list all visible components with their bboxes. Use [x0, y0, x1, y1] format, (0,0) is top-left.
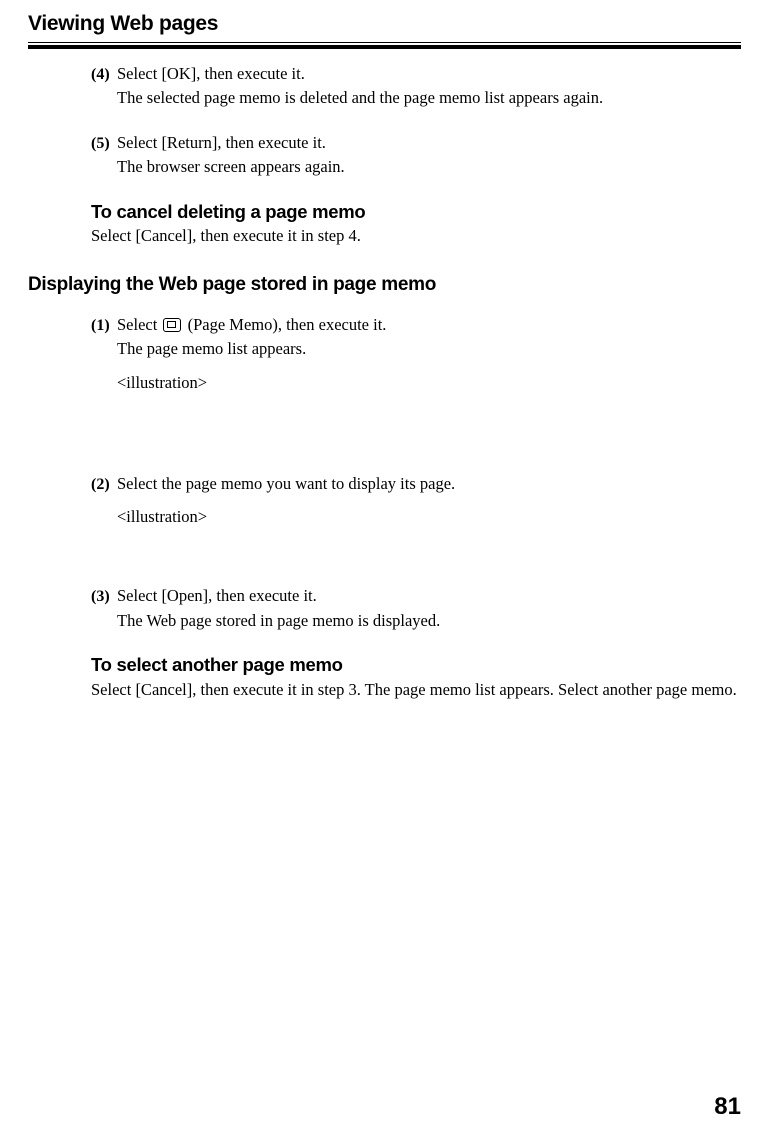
illustration-placeholder: <illustration>	[117, 507, 739, 527]
step-text: Select [OK], then execute it.	[117, 63, 305, 85]
select-another-block: To select another page memo Select [Canc…	[91, 654, 739, 701]
step-3: (3) Select [Open], then execute it.	[91, 585, 739, 607]
step-num: (3)	[91, 588, 117, 606]
cancel-delete-heading: To cancel deleting a page memo	[91, 201, 739, 223]
step-4: (4) Select [OK], then execute it.	[91, 63, 739, 85]
step-text: Select [Return], then execute it.	[117, 132, 326, 154]
step-3-block: (3) Select [Open], then execute it. The …	[91, 585, 739, 632]
step-result: The selected page memo is deleted and th…	[117, 87, 739, 109]
select-another-text: Select [Cancel], then execute it in step…	[91, 679, 739, 701]
step-num: (4)	[91, 66, 117, 84]
step-text: Select (Page Memo), then execute it.	[117, 314, 386, 336]
step-result: The page memo list appears.	[117, 338, 739, 360]
step-2-block: (2) Select the page memo you want to dis…	[91, 473, 739, 527]
step-text: Select the page memo you want to display…	[117, 473, 455, 495]
title-rule	[28, 42, 741, 50]
page-number: 81	[714, 1093, 741, 1121]
step-num: (2)	[91, 476, 117, 494]
step-num: (5)	[91, 135, 117, 153]
page-memo-icon	[163, 318, 181, 332]
select-another-heading: To select another page memo	[91, 654, 739, 676]
step-result: The browser screen appears again.	[117, 156, 739, 178]
step-suffix: (Page Memo), then execute it.	[188, 315, 387, 334]
cancel-delete-text: Select [Cancel], then execute it in step…	[91, 226, 739, 246]
step-2: (2) Select the page memo you want to dis…	[91, 473, 739, 495]
page-title: Viewing Web pages	[28, 12, 741, 42]
step-text: Select [Open], then execute it.	[117, 585, 317, 607]
step-1: (1) Select (Page Memo), then execute it.	[91, 314, 739, 336]
content: (4) Select [OK], then execute it. The se…	[28, 63, 741, 701]
illustration-placeholder: <illustration>	[117, 373, 739, 393]
step-prefix: Select	[117, 315, 161, 334]
step-result: The Web page stored in page memo is disp…	[117, 610, 739, 632]
step-5-block: (5) Select [Return], then execute it. Th…	[91, 132, 739, 179]
section-heading: Displaying the Web page stored in page m…	[28, 274, 739, 296]
step-4-block: (4) Select [OK], then execute it. The se…	[91, 63, 739, 110]
step-1-block: (1) Select (Page Memo), then execute it.…	[91, 314, 739, 393]
step-num: (1)	[91, 317, 117, 335]
cancel-delete-block: To cancel deleting a page memo Select [C…	[91, 201, 739, 246]
step-5: (5) Select [Return], then execute it.	[91, 132, 739, 154]
